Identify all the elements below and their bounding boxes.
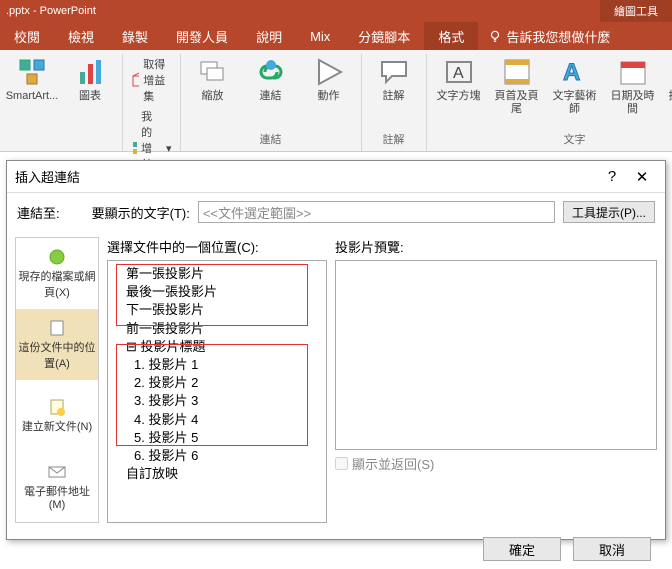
svg-text:A: A [563, 59, 580, 86]
insert-hyperlink-dialog: 插入超連結 ? ✕ 連結至: 要顯示的文字(T): 工具提示(P)... 現存的… [6, 160, 666, 540]
zoom-icon [197, 56, 229, 88]
file-web-icon [47, 248, 67, 266]
file-name: .pptx - PowerPoint [0, 5, 96, 17]
chart-label: 圖表 [79, 90, 101, 103]
tree-slide-4[interactable]: 4. 投影片 4 [114, 411, 320, 429]
display-text-input[interactable] [198, 201, 555, 223]
lightbulb-icon [488, 29, 502, 43]
show-return-checkbox[interactable]: 顯示並返回(S) [335, 454, 657, 473]
tree-first-slide[interactable]: 第一張投影片 [114, 265, 320, 283]
select-place-label: 選擇文件中的一個位置(C): [107, 237, 327, 256]
tab-developer[interactable]: 開發人員 [162, 22, 242, 50]
wordart-icon: A [559, 56, 591, 88]
cancel-button[interactable]: 取消 [573, 537, 651, 561]
link-to-label: 連結至: [17, 203, 60, 222]
linkto-email[interactable]: 電子郵件地址(M) [16, 451, 98, 522]
svg-text:A: A [453, 65, 464, 82]
tree-slide-6[interactable]: 6. 投影片 6 [114, 447, 320, 465]
ok-button[interactable]: 確定 [483, 537, 561, 561]
dialog-help-button[interactable]: ? [597, 168, 627, 185]
tell-me[interactable]: 告訴我您想做什麼 [478, 22, 610, 50]
dialog-title: 插入超連結 [15, 167, 597, 186]
tab-record[interactable]: 錄製 [108, 22, 162, 50]
header-footer-button[interactable]: 頁首及頁尾 [493, 56, 541, 116]
group-text: 文字 [435, 129, 672, 149]
action-button[interactable]: 動作 [305, 56, 353, 103]
datetime-button[interactable]: 日期及時間 [609, 56, 657, 116]
tab-mix[interactable]: Mix [296, 22, 344, 50]
linkto-place-in-doc[interactable]: 這份文件中的位置(A) [16, 309, 98, 380]
screentip-button[interactable]: 工具提示(P)... [563, 201, 655, 223]
tree-last-slide[interactable]: 最後一張投影片 [114, 283, 320, 301]
smartart-label: SmartArt... [6, 90, 59, 103]
textbox-button[interactable]: A文字方塊 [435, 56, 483, 103]
group-comments: 註解 [370, 129, 418, 149]
tree-custom-show[interactable]: 自訂放映 [114, 465, 320, 483]
document-icon [47, 319, 67, 337]
action-icon [313, 56, 345, 88]
chart-button[interactable]: 圖表 [66, 56, 114, 103]
datetime-icon [617, 56, 649, 88]
comment-button[interactable]: 註解 [370, 56, 418, 103]
tree-slide-3[interactable]: 3. 投影片 3 [114, 392, 320, 410]
link-icon [255, 56, 287, 88]
wordart-button[interactable]: A文字藝術師 [551, 56, 599, 116]
new-doc-icon [47, 398, 67, 416]
tree-slide-1[interactable]: 1. 投影片 1 [114, 356, 320, 374]
store-icon [131, 72, 139, 88]
tree-slide-titles[interactable]: ⊟ 投影片標題 [114, 338, 320, 356]
tab-storyboard[interactable]: 分鏡腳本 [344, 22, 424, 50]
tell-me-label: 告訴我您想做什麼 [506, 27, 610, 46]
slidenum-button[interactable]: #投影片編號 [667, 56, 672, 116]
addins-icon [131, 140, 137, 156]
comment-icon [378, 56, 410, 88]
linkto-new-document[interactable]: 建立新文件(N) [16, 380, 98, 451]
display-text-label: 要顯示的文字(T): [92, 203, 190, 222]
email-icon [47, 463, 67, 481]
tab-view[interactable]: 檢視 [54, 22, 108, 50]
linkto-existing-file[interactable]: 現存的檔案或網頁(X) [16, 238, 98, 309]
tree-slide-2[interactable]: 2. 投影片 2 [114, 374, 320, 392]
textbox-icon: A [443, 56, 475, 88]
tab-format[interactable]: 格式 [424, 22, 478, 50]
place-tree[interactable]: 第一張投影片 最後一張投影片 下一張投影片 前一張投影片 ⊟ 投影片標題 1. … [107, 260, 327, 523]
header-footer-icon [501, 56, 533, 88]
get-addins-button[interactable]: 取得增益集 [131, 56, 172, 104]
tab-review[interactable]: 校閱 [0, 22, 54, 50]
tree-next-slide[interactable]: 下一張投影片 [114, 301, 320, 319]
context-tab-label: 繪圖工具 [600, 0, 672, 22]
group-links: 連結 [189, 129, 353, 149]
link-button[interactable]: 連結 [247, 56, 295, 103]
preview-label: 投影片預覽: [335, 237, 657, 256]
zoom-button[interactable]: 縮放 [189, 56, 237, 103]
tree-prev-slide[interactable]: 前一張投影片 [114, 320, 320, 338]
chart-icon [74, 56, 106, 88]
smartart-icon [16, 56, 48, 88]
dialog-close-button[interactable]: ✕ [627, 168, 657, 186]
smartart-button[interactable]: SmartArt... [8, 56, 56, 103]
tab-help[interactable]: 說明 [242, 22, 296, 50]
slide-preview [335, 260, 657, 450]
tree-slide-5[interactable]: 5. 投影片 5 [114, 429, 320, 447]
